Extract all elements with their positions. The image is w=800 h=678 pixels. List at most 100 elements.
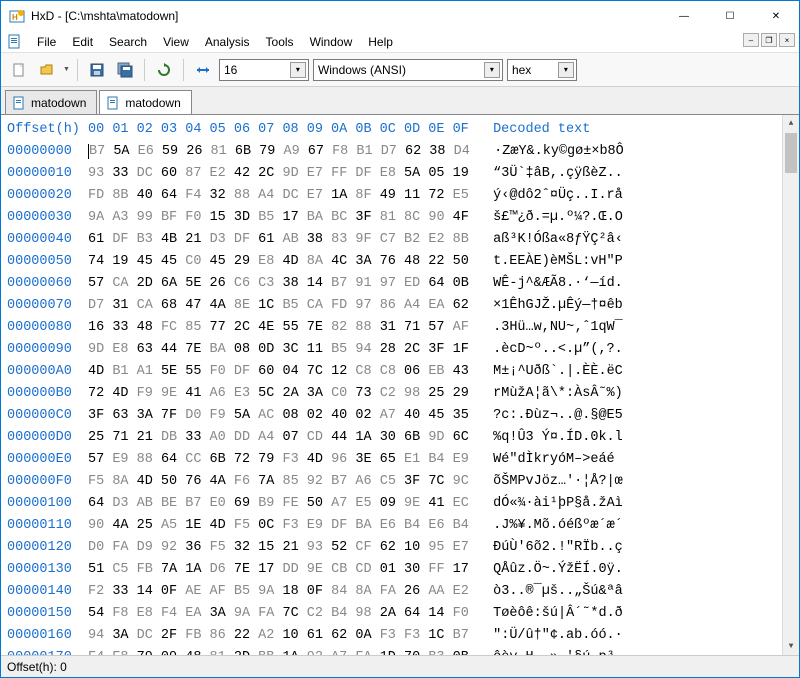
hex-row[interactable]: 00000010 93 33 DC 60 87 E2 42 2C 9D E7 F… — [7, 163, 793, 185]
bytes-cell[interactable]: 72 4D F9 9E 41 A6 E3 5C 2A 3A C0 73 C2 9… — [88, 386, 469, 401]
hex-row[interactable]: 00000080 16 33 48 FC 85 77 2C 4E 55 7E 8… — [7, 317, 793, 339]
ascii-cell[interactable]: aß³K!Óßa«8ƒŸÇ²â‹ — [493, 232, 623, 247]
ascii-cell[interactable]: QÅûz.Ö~.ÝžËÍ.0ÿ. — [493, 562, 623, 577]
bytes-cell[interactable]: B7 5A E6 59 26 81 6B 79 A9 67 F8 B1 D7 6… — [88, 144, 470, 159]
vertical-scrollbar[interactable]: ▲ ▼ — [782, 115, 799, 655]
bytes-cell[interactable]: 54 F8 E8 F4 EA 3A 9A FA 7C C2 B4 98 2A 6… — [88, 606, 469, 621]
dropdown-icon[interactable]: ▾ — [484, 62, 500, 78]
bytes-cell[interactable]: D7 31 CA 68 47 4A 8E 1C B5 CA FD 97 86 A… — [88, 298, 469, 313]
ascii-cell[interactable]: Tøèôê:šú|Â´˜*d.ð — [493, 606, 623, 621]
menu-search[interactable]: Search — [101, 33, 155, 51]
menu-help[interactable]: Help — [360, 33, 401, 51]
ascii-cell[interactable]: ×1ÊhGJŽ.µÊý—†¤êb — [493, 298, 623, 313]
encoding-select[interactable]: Windows (ANSI) ▾ — [313, 59, 503, 81]
bytes-per-row-select[interactable]: 16 ▾ — [219, 59, 309, 81]
new-file-button[interactable] — [7, 58, 31, 82]
mdi-restore-button[interactable]: ❐ — [761, 33, 777, 47]
menu-edit[interactable]: Edit — [64, 33, 101, 51]
bytes-cell[interactable]: 57 E9 88 64 CC 6B 72 79 F3 4D 96 3E 65 E… — [88, 452, 469, 467]
tab-matodown-1[interactable]: matodown — [5, 90, 97, 114]
save-all-button[interactable] — [113, 58, 137, 82]
bytes-cell[interactable]: 51 C5 FB 7A 1A D6 7E 17 DD 9E CB CD 01 3… — [88, 562, 469, 577]
menu-tools[interactable]: Tools — [258, 33, 302, 51]
bytes-cell[interactable]: 4D B1 A1 5E 55 F0 DF 60 04 7C 12 C8 C8 0… — [88, 364, 469, 379]
refresh-button[interactable] — [152, 58, 176, 82]
maximize-button[interactable]: ☐ — [707, 1, 753, 31]
scroll-down-button[interactable]: ▼ — [783, 638, 799, 655]
hex-row[interactable]: 00000140 F2 33 14 0F AE AF B5 9A 18 0F 8… — [7, 581, 793, 603]
mdi-minimize-button[interactable]: – — [743, 33, 759, 47]
toggle-width-button[interactable] — [191, 58, 215, 82]
bytes-cell[interactable]: F4 E8 79 09 48 81 2D BB 1A 92 A7 FA 1D 7… — [88, 650, 469, 655]
ascii-cell[interactable]: ·ZæY&.ky©gø±×b8Ô — [494, 144, 624, 159]
tab-matodown-2[interactable]: matodown — [99, 90, 191, 114]
hex-row[interactable]: 000000F0 F5 8A 4D 50 76 4A F6 7A 85 92 B… — [7, 471, 793, 493]
mdi-close-button[interactable]: × — [779, 33, 795, 47]
hex-row[interactable]: 00000090 9D E8 63 44 7E BA 08 0D 3C 11 B… — [7, 339, 793, 361]
hex-row[interactable]: 000000D0 25 71 21 DB 33 A0 DD A4 07 CD 4… — [7, 427, 793, 449]
ascii-cell[interactable]: ò3..®¯µš..„Šú&ªâ — [493, 584, 623, 599]
close-button[interactable]: ✕ — [753, 1, 799, 31]
bytes-cell[interactable]: D0 FA D9 92 36 F5 32 15 21 93 52 CF 62 1… — [88, 540, 469, 555]
hex-row[interactable]: 00000100 64 D3 AB BE B7 E0 69 B9 FE 50 A… — [7, 493, 793, 515]
bytes-cell[interactable]: 9A A3 99 BF F0 15 3D B5 17 BA BC 3F 81 8… — [88, 210, 469, 225]
bytes-cell[interactable]: 94 3A DC 2F FB 86 22 A2 10 61 62 0A F3 F… — [88, 628, 469, 643]
bytes-cell[interactable]: 93 33 DC 60 87 E2 42 2C 9D E7 FF DF E8 5… — [88, 166, 469, 181]
ascii-cell[interactable]: .3Hü…w,NU~‚ˆ1qW¯ — [493, 320, 623, 335]
dropdown-icon[interactable]: ▾ — [558, 62, 574, 78]
bytes-cell[interactable]: 61 DF B3 4B 21 D3 DF 61 AB 38 83 9F C7 B… — [88, 232, 469, 247]
ascii-cell[interactable]: ÐúÙ'6õ2.!"RÏb..ç — [493, 540, 623, 555]
open-file-button[interactable] — [35, 58, 59, 82]
bytes-cell[interactable]: 74 19 45 45 C0 45 29 E8 4D 8A 4C 3A 76 4… — [88, 254, 469, 269]
bytes-cell[interactable]: F2 33 14 0F AE AF B5 9A 18 0F 84 8A FA 2… — [88, 584, 469, 599]
hex-row[interactable]: 00000170 F4 E8 79 09 48 81 2D BB 1A 92 A… — [7, 647, 793, 655]
ascii-cell[interactable]: ý‹@dô2ˆ¤Üç..I.rå — [493, 188, 623, 203]
bytes-cell[interactable]: 64 D3 AB BE B7 E0 69 B9 FE 50 A7 E5 09 9… — [88, 496, 469, 511]
hex-row[interactable]: 000000B0 72 4D F9 9E 41 A6 E3 5C 2A 3A C… — [7, 383, 793, 405]
scroll-up-button[interactable]: ▲ — [783, 115, 799, 132]
bytes-cell[interactable]: 9D E8 63 44 7E BA 08 0D 3C 11 B5 94 28 2… — [88, 342, 469, 357]
dropdown-icon[interactable]: ▾ — [290, 62, 306, 78]
ascii-cell[interactable]: %q!Û3 Ý¤.ÍD.0k.l — [493, 430, 623, 445]
scrollbar-thumb[interactable] — [785, 133, 797, 173]
bytes-cell[interactable]: 90 4A 25 A5 1E 4D F5 0C F3 E9 DF BA E6 B… — [88, 518, 469, 533]
ascii-cell[interactable]: .ècD~º..<.µ”(,?. — [493, 342, 623, 357]
save-button[interactable] — [85, 58, 109, 82]
ascii-cell[interactable]: ?c:.Ðùz¬..@.§@E5 — [493, 408, 623, 423]
hex-row[interactable]: 00000050 74 19 45 45 C0 45 29 E8 4D 8A 4… — [7, 251, 793, 273]
ascii-cell[interactable]: õŠMPvJöz…'·¦Å?|œ — [493, 474, 623, 489]
hex-row[interactable]: 00000120 D0 FA D9 92 36 F5 32 15 21 93 5… — [7, 537, 793, 559]
dropdown-icon[interactable]: ▼ — [63, 66, 70, 73]
hex-row[interactable]: 00000060 57 CA 2D 6A 5E 26 C6 C3 38 14 B… — [7, 273, 793, 295]
ascii-cell[interactable]: “3Ü`‡âB,.çÿßèZ.. — [493, 166, 623, 181]
ascii-cell[interactable]: .J%¥.Mõ.óéßºæ´æ´ — [493, 518, 623, 533]
hex-row[interactable]: 000000E0 57 E9 88 64 CC 6B 72 79 F3 4D 9… — [7, 449, 793, 471]
menu-window[interactable]: Window — [302, 33, 361, 51]
hex-row[interactable]: 00000030 9A A3 99 BF F0 15 3D B5 17 BA B… — [7, 207, 793, 229]
hex-row[interactable]: 00000000 B7 5A E6 59 26 81 6B 79 A9 67 F… — [7, 141, 793, 163]
menu-file[interactable]: File — [29, 33, 64, 51]
bytes-cell[interactable]: FD 8B 40 64 F4 32 88 A4 DC E7 1A 8F 49 1… — [88, 188, 469, 203]
ascii-cell[interactable]: dÓ«¾·ài¹þP§å.žAì — [493, 496, 623, 511]
ascii-cell[interactable]: ":Ü/û†"¢.ab.óó.· — [493, 628, 623, 643]
ascii-cell[interactable]: ôèy.H.-».'§ú.p³. — [493, 650, 623, 655]
hex-row[interactable]: 00000070 D7 31 CA 68 47 4A 8E 1C B5 CA F… — [7, 295, 793, 317]
hex-body[interactable]: 00000000 B7 5A E6 59 26 81 6B 79 A9 67 F… — [7, 141, 793, 655]
hex-row[interactable]: 00000040 61 DF B3 4B 21 D3 DF 61 AB 38 8… — [7, 229, 793, 251]
hex-row[interactable]: 00000160 94 3A DC 2F FB 86 22 A2 10 61 6… — [7, 625, 793, 647]
hex-row[interactable]: 000000A0 4D B1 A1 5E 55 F0 DF 60 04 7C 1… — [7, 361, 793, 383]
ascii-cell[interactable]: WÊ-j^&ÆÃ8.·‘—íd. — [493, 276, 623, 291]
ascii-cell[interactable]: š£™¿ð.=µ.º¼?.Œ.O — [493, 210, 623, 225]
ascii-cell[interactable]: rMùžA¦ã\*:ÀsÂ˜%) — [493, 386, 623, 401]
bytes-cell[interactable]: 57 CA 2D 6A 5E 26 C6 C3 38 14 B7 91 97 E… — [88, 276, 469, 291]
bytes-cell[interactable]: 16 33 48 FC 85 77 2C 4E 55 7E 82 88 31 7… — [88, 320, 469, 335]
ascii-cell[interactable]: t.EEÀE)èMŠL:vH"P — [493, 254, 623, 269]
hex-editor[interactable]: Offset(h) 00 01 02 03 04 05 06 07 08 09 … — [1, 115, 799, 655]
menu-view[interactable]: View — [155, 33, 197, 51]
hex-row[interactable]: 00000150 54 F8 E8 F4 EA 3A 9A FA 7C C2 B… — [7, 603, 793, 625]
hex-row[interactable]: 000000C0 3F 63 3A 7F D0 F9 5A AC 08 02 4… — [7, 405, 793, 427]
bytes-cell[interactable]: 3F 63 3A 7F D0 F9 5A AC 08 02 40 02 A7 4… — [88, 408, 469, 423]
bytes-cell[interactable]: 25 71 21 DB 33 A0 DD A4 07 CD 44 1A 30 6… — [88, 430, 469, 445]
hex-row[interactable]: 00000130 51 C5 FB 7A 1A D6 7E 17 DD 9E C… — [7, 559, 793, 581]
ascii-cell[interactable]: Wé"dÌkryóM–>eáé — [493, 452, 615, 467]
